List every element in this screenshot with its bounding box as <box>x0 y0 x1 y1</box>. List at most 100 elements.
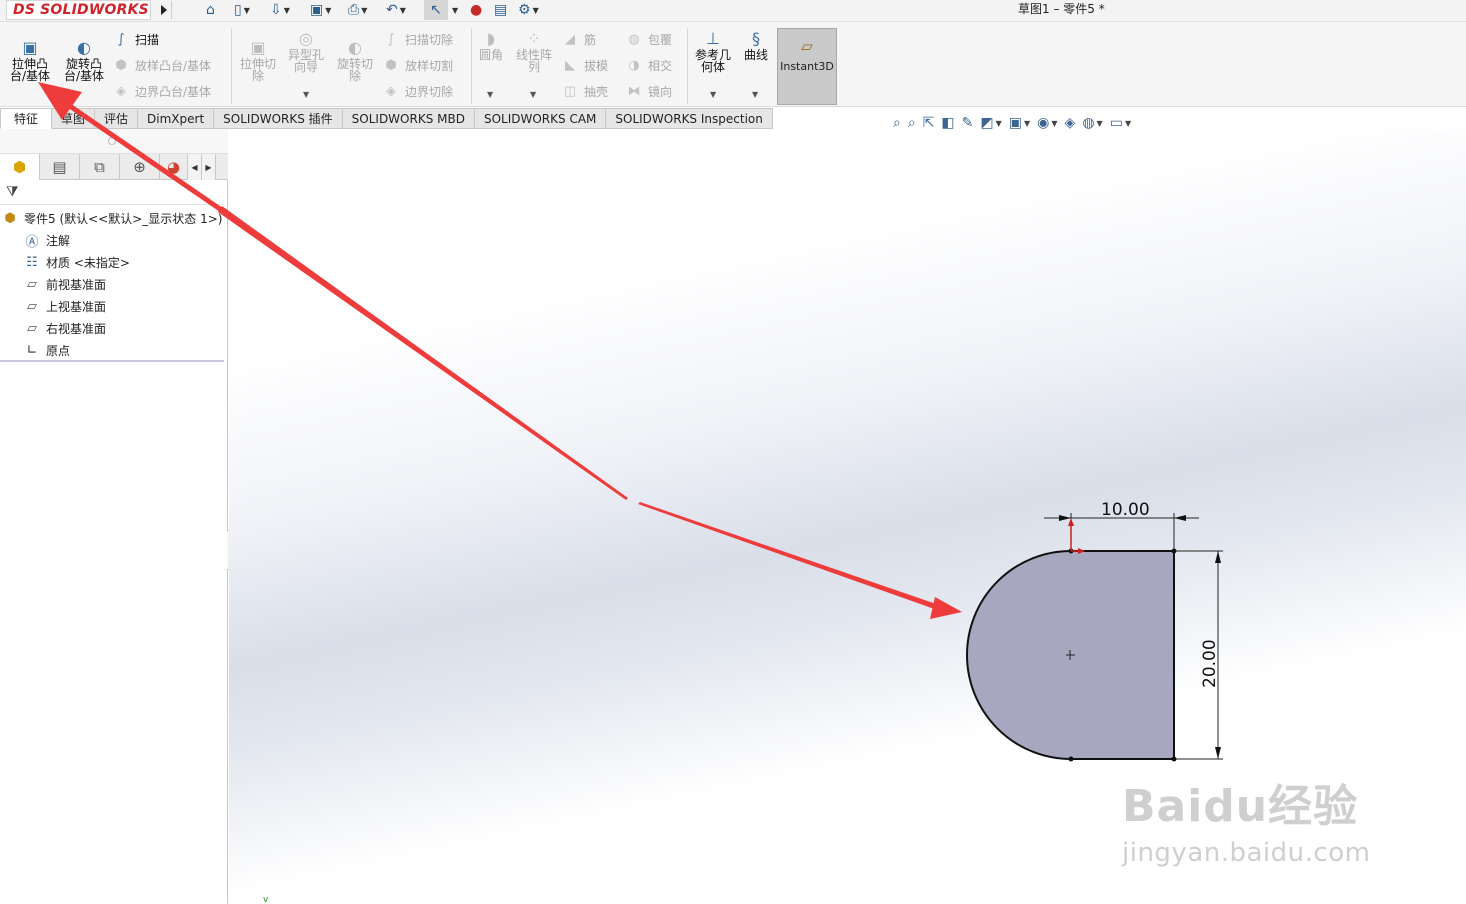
menu-expand-arrow-icon[interactable] <box>156 1 172 19</box>
width-dimension-value[interactable]: 10.00 <box>1101 500 1150 520</box>
intersect-button[interactable]: ◑ 相交 <box>625 57 672 74</box>
tab-evaluate[interactable]: 评估 <box>95 108 139 129</box>
revolve-cut-button[interactable]: ◐ 旋转切除 <box>333 39 377 82</box>
tree-root[interactable]: ⬢ 零件5 (默认<<默认>_显示状态 1>) <box>0 207 226 229</box>
extrude-cut-icon: ▣ <box>250 38 266 57</box>
sketch-point[interactable] <box>1068 756 1074 762</box>
shell-icon: ◫ <box>563 84 577 99</box>
command-manager: ▣ 拉伸凸台/基体 ◐ 旋转凸台/基体 ∫ 扫描 ⬢ 放样凸台/基体 ◈ 边界凸… <box>0 22 1466 107</box>
view-settings-dropdown-icon[interactable]: ▼ <box>1125 119 1131 128</box>
tree-item-annotations[interactable]: Ⓐ 注解 <box>0 229 226 251</box>
feature-manager-tab-icon[interactable]: ⬢ <box>0 154 40 180</box>
lofted-cut-label: 放样切割 <box>405 59 454 73</box>
swept-cut-label: 扫描切除 <box>405 33 454 47</box>
linear-pattern-button[interactable]: ⁘ 线性阵列 <box>512 30 556 73</box>
display-manager-tab-icon[interactable]: ◕ <box>160 154 188 180</box>
filter-row: ⧩ <box>0 181 224 205</box>
dimxpert-manager-tab-icon[interactable]: ⊕ <box>120 154 160 180</box>
tab-dimxpert[interactable]: DimXpert <box>138 108 215 129</box>
rebuild-traffic-light-icon[interactable]: ● <box>470 0 482 20</box>
hide-show-dropdown-icon[interactable]: ▼ <box>1051 119 1057 128</box>
tab-sketch[interactable]: 草图 <box>52 108 96 129</box>
filter-icon[interactable]: ⧩ <box>6 184 19 200</box>
title-bar: DS SOLIDWORKS ⌂ ▯ ▼ ⇩ ▼ ▣ ▼ ⎙ ▼ ↶ ▼ ↖ ▼ ● ▤ ⚙… <box>0 0 1466 22</box>
new-document-icon[interactable]: ▯ ▼ <box>234 0 250 20</box>
open-document-icon[interactable]: ⇩ ▼ <box>270 0 290 20</box>
hole-wizard-dropdown-icon[interactable]: ▼ <box>303 90 309 99</box>
sweep-button[interactable]: ∫ 扫描 <box>112 31 159 48</box>
mirror-icon: ⧓ <box>627 84 641 99</box>
loft-boss-button[interactable]: ⬢ 放样凸台/基体 <box>112 57 211 74</box>
extrude-cut-button[interactable]: ▣ 拉伸切除 <box>236 39 280 82</box>
boundary-boss-label: 边界凸台/基体 <box>135 85 212 99</box>
home-icon[interactable]: ⌂ <box>206 0 215 20</box>
wrap-button[interactable]: ◍ 包覆 <box>625 31 672 48</box>
tab-addins[interactable]: SOLIDWORKS 插件 <box>214 108 343 129</box>
rollback-bar[interactable] <box>0 360 224 362</box>
fillet-label: 圆角 <box>478 48 503 62</box>
sketch-point[interactable] <box>1171 548 1177 554</box>
boundary-cut-button[interactable]: ◈ 边界切除 <box>382 83 453 100</box>
save-icon[interactable]: ▣ ▼ <box>310 0 331 20</box>
extrude-boss-button[interactable]: ▣ 拉伸凸台/基体 <box>6 39 54 82</box>
solidworks-logo[interactable]: DS SOLIDWORKS <box>6 0 151 20</box>
origin-icon: ∟ <box>26 342 38 358</box>
rib-button[interactable]: ◢ 筋 <box>561 31 596 48</box>
fillet-icon: ◗ <box>486 29 496 48</box>
tree-item-top-plane[interactable]: ▱ 上视基准面 <box>0 295 226 317</box>
pattern-dropdown-icon[interactable]: ▼ <box>530 90 536 99</box>
shell-button[interactable]: ◫ 抽壳 <box>561 83 608 100</box>
tab-inspection[interactable]: SOLIDWORKS Inspection <box>606 108 773 129</box>
revolve-boss-label: 旋转凸台/基体 <box>63 57 105 83</box>
reference-geometry-button[interactable]: ⊥ 参考几何体 <box>692 30 734 73</box>
tab-mbd[interactable]: SOLIDWORKS MBD <box>342 108 475 129</box>
swept-cut-button[interactable]: ∫ 扫描切除 <box>382 31 453 48</box>
extrude-cut-label: 拉伸切除 <box>239 57 276 83</box>
select-arrow-icon[interactable]: ↖ <box>424 0 448 20</box>
boundary-boss-button[interactable]: ◈ 边界凸台/基体 <box>112 83 211 100</box>
tree-item-front-plane[interactable]: ▱ 前视基准面 <box>0 273 226 295</box>
file-properties-icon[interactable]: ▤ <box>494 0 507 20</box>
graphics-area[interactable]: 10.00 20.00 Baidu经验 jingyan.baidu.com <box>229 129 1466 904</box>
panel-grip[interactable] <box>0 129 228 154</box>
tree-item-material[interactable]: ☷ 材质 <未指定> <box>0 251 226 273</box>
tab-scroll-right-icon[interactable]: ▶ <box>202 154 216 180</box>
fillet-dropdown-icon[interactable]: ▼ <box>487 90 493 99</box>
plane-icon: ▱ <box>27 298 37 314</box>
lofted-cut-button[interactable]: ⬢ 放样切割 <box>382 57 453 74</box>
width-dimension[interactable]: 10.00 <box>1044 500 1199 549</box>
property-manager-tab-icon[interactable]: ▤ <box>40 154 80 180</box>
draft-button[interactable]: ◣ 拔模 <box>561 57 608 74</box>
curves-button[interactable]: § 曲线 <box>740 30 772 61</box>
display-style-dropdown-icon[interactable]: ▼ <box>1024 119 1030 128</box>
revolve-cut-icon: ◐ <box>348 38 362 57</box>
revolve-boss-button[interactable]: ◐ 旋转凸台/基体 <box>60 39 108 82</box>
height-dimension[interactable]: 20.00 <box>1176 550 1223 760</box>
loft-boss-icon: ⬢ <box>115 58 127 73</box>
print-icon[interactable]: ⎙ ▼ <box>348 0 367 20</box>
tree-item-label: 原点 <box>46 343 71 358</box>
tree-item-origin[interactable]: ∟ 原点 <box>0 339 226 361</box>
fillet-button[interactable]: ◗ 圆角 <box>474 30 508 61</box>
height-dimension-value[interactable]: 20.00 <box>1200 639 1220 688</box>
configuration-manager-tab-icon[interactable]: ⧉ <box>80 154 120 180</box>
reference-geometry-dropdown-icon[interactable]: ▼ <box>710 90 716 99</box>
tab-scroll-left-icon[interactable]: ◀ <box>188 154 202 180</box>
instant3d-button[interactable]: ▱ Instant3D <box>777 28 837 105</box>
tab-features[interactable]: 特征 <box>0 108 53 129</box>
curves-dropdown-icon[interactable]: ▼ <box>752 90 758 99</box>
view-orientation-dropdown-icon[interactable]: ▼ <box>996 119 1002 128</box>
options-gear-icon[interactable]: ⚙ ▼ <box>518 0 539 20</box>
mirror-button[interactable]: ⧓ 镜向 <box>625 83 673 100</box>
select-dropdown-icon[interactable]: ▼ <box>450 0 458 20</box>
tree-item-right-plane[interactable]: ▱ 右视基准面 <box>0 317 226 339</box>
undo-icon[interactable]: ↶ ▼ <box>386 0 406 20</box>
extrude-boss-label: 拉伸凸台/基体 <box>9 57 51 83</box>
curves-label: 曲线 <box>743 48 768 62</box>
document-title: 草图1 – 零件5 * <box>1018 2 1105 16</box>
hole-wizard-button[interactable]: ◎ 异型孔向导 <box>284 30 328 73</box>
sketch-point[interactable] <box>1171 756 1177 762</box>
scene-dropdown-icon[interactable]: ▼ <box>1097 119 1103 128</box>
divider <box>231 28 232 104</box>
tab-cam[interactable]: SOLIDWORKS CAM <box>474 108 607 129</box>
